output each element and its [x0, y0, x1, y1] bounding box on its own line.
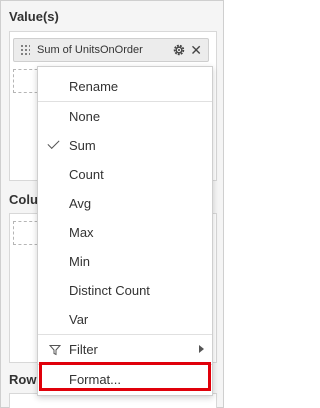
format-highlight-box	[39, 362, 211, 391]
menu-item-rename[interactable]: Rename	[38, 72, 212, 101]
rows-section-title: Row	[9, 372, 37, 387]
menu-item-label: Max	[69, 225, 94, 240]
menu-item-none[interactable]: None	[38, 102, 212, 131]
menu-item-avg[interactable]: Avg	[38, 189, 212, 218]
field-pill-label: Sum of UnitsOnOrder	[37, 44, 143, 56]
menu-item-min[interactable]: Min	[38, 247, 212, 276]
menu-item-label: Rename	[69, 79, 119, 94]
menu-item-label: Distinct Count	[69, 283, 150, 298]
menu-item-label: Min	[69, 254, 90, 269]
menu-item-label: Avg	[69, 196, 92, 211]
menu-item-filter[interactable]: Filter	[38, 335, 212, 364]
menu-item-label: Count	[69, 167, 104, 182]
columns-section-title: Colu	[9, 192, 38, 207]
menu-item-label: None	[69, 109, 101, 124]
menu-item-distinct-count[interactable]: Distinct Count	[38, 276, 212, 305]
menu-item-label: Sum	[69, 138, 96, 153]
close-icon[interactable]: ✕	[190, 42, 202, 58]
field-pill-sum-of-unitsonorder[interactable]: Sum of UnitsOnOrder ✕	[13, 38, 209, 62]
menu-item-label: Var	[69, 312, 89, 327]
drag-handle-icon[interactable]	[20, 44, 30, 56]
menu-item-count[interactable]: Count	[38, 160, 212, 189]
menu-item-label: Filter	[69, 342, 98, 357]
checkmark-icon	[47, 136, 60, 150]
values-section-title: Value(s)	[9, 9, 59, 24]
menu-item-sum[interactable]: Sum	[38, 131, 212, 160]
menu-item-var[interactable]: Var	[38, 305, 212, 334]
filter-icon	[49, 345, 61, 356]
submenu-arrow-icon	[199, 345, 204, 353]
field-context-menu: Rename None Sum Count Avg Max Min Distin…	[37, 66, 213, 396]
gear-icon[interactable]	[172, 43, 186, 57]
menu-item-max[interactable]: Max	[38, 218, 212, 247]
